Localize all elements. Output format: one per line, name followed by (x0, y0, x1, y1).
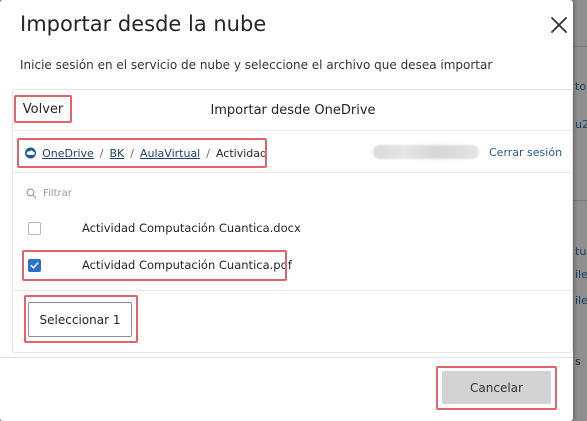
search-icon (26, 188, 37, 199)
panel-title: Importar desde OneDrive (210, 103, 376, 118)
bg-text-fragment: s (575, 355, 581, 368)
bg-divider (573, 200, 587, 201)
filter-field (26, 184, 226, 202)
highlight-cancel-button (436, 366, 557, 410)
highlight-selected-file (22, 250, 287, 281)
file-name: Actividad Computación Cuantica.docx (82, 221, 301, 235)
dialog-subtitle: Inicie sesión en el servicio de nube y s… (20, 58, 493, 72)
file-checkbox-docx[interactable] (28, 221, 41, 235)
bg-text-fragment: u2 (575, 118, 587, 131)
divider (13, 172, 572, 173)
highlight-breadcrumb (17, 138, 267, 168)
divider (13, 130, 572, 131)
file-row-docx[interactable]: Actividad Computación Cuantica.docx (22, 213, 301, 243)
bg-text-fragment: ile (575, 268, 587, 281)
divider (13, 290, 572, 291)
account-email-redacted (373, 145, 479, 159)
highlight-back-button (14, 95, 72, 123)
close-icon (551, 17, 567, 33)
divider (0, 357, 573, 358)
dialog-title: Importar desde la nube (20, 12, 267, 36)
bg-divider (573, 46, 587, 47)
bg-text-fragment: ile (575, 294, 587, 307)
highlight-select-button (24, 295, 138, 343)
bg-text-fragment: to (575, 80, 587, 93)
bg-text-fragment: tu (575, 245, 587, 258)
background-page: to u2 tu ile ile s (573, 0, 587, 421)
sign-out-link[interactable]: Cerrar sesión (489, 146, 562, 159)
import-cloud-dialog: Importar desde la nube Inicie sesión en … (0, 0, 573, 421)
filter-input[interactable] (37, 187, 223, 199)
close-button[interactable] (548, 14, 570, 36)
